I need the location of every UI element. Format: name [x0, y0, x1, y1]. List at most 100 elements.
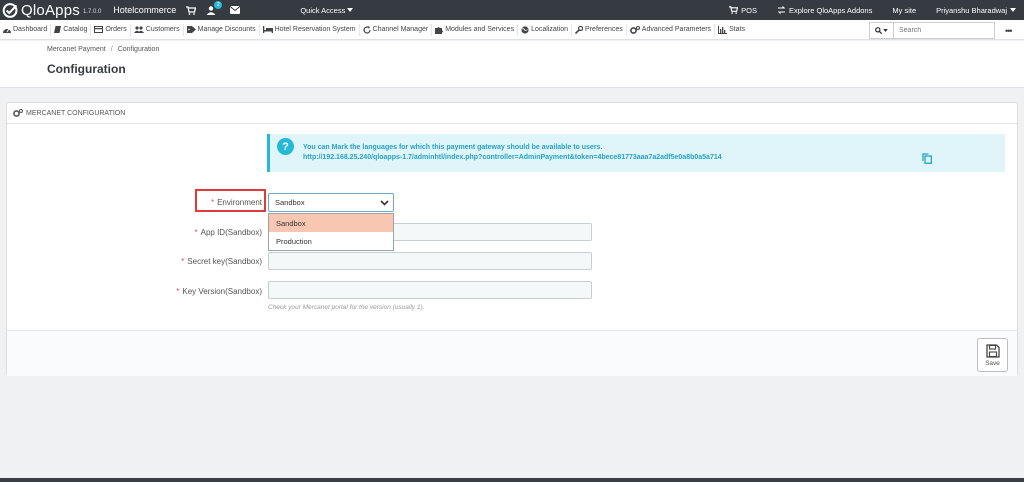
- environment-label: * Environment: [122, 198, 262, 207]
- question-circle-icon: ?: [277, 138, 294, 155]
- book-icon: [54, 26, 62, 33]
- nav-item-dashboard[interactable]: Dashboard: [0, 23, 52, 36]
- caret-down-icon: [1010, 8, 1016, 12]
- nav-item-label: Catalog: [63, 26, 88, 33]
- breadcrumb-current: Configuration: [117, 46, 160, 53]
- main-navigation: Dashboard Catalog Orders Customers Manag…: [0, 20, 1024, 40]
- cogs-icon: [13, 109, 23, 117]
- nav-item-label: Preferences: [585, 26, 623, 33]
- bar-chart-icon: [718, 25, 728, 34]
- cogs-icon: [629, 25, 640, 34]
- chevron-down-icon: [380, 200, 389, 206]
- nav-item-label: Advanced Parameters: [641, 26, 712, 33]
- nav-item-label: Localization: [531, 26, 569, 33]
- wrench-icon: [575, 25, 584, 34]
- key-version-label: * Key Version(Sandbox): [122, 287, 262, 296]
- required-mark: *: [210, 198, 215, 207]
- nav-item-catalog[interactable]: Catalog: [51, 23, 92, 36]
- logo-text: QloApps: [21, 1, 80, 19]
- nav-item-label: Hotel Reservation System: [274, 26, 356, 33]
- key-version-input[interactable]: [268, 281, 592, 299]
- required-mark: *: [194, 228, 198, 237]
- nav-item-localization[interactable]: Localization: [518, 23, 573, 36]
- dashboard-icon: [3, 28, 11, 33]
- required-mark: *: [181, 257, 185, 266]
- user-menu[interactable]: Priyanshu Bharadwaj: [936, 6, 1016, 15]
- panel-heading: MERCANET CONFIGURATION: [7, 103, 1017, 124]
- page-header: Mercanet Payment / Configuration Configura…: [0, 41, 1024, 88]
- caret-down-icon: [347, 8, 354, 12]
- pos-link[interactable]: POS: [729, 6, 757, 15]
- breadcrumb: Mercanet Payment / Configuration: [47, 46, 159, 53]
- customers-notification-icon[interactable]: 2: [206, 0, 223, 15]
- qloapps-logo-icon: [2, 2, 18, 18]
- exchange-icon: [777, 6, 786, 14]
- app-id-label-text: App ID(Sandbox): [200, 228, 262, 237]
- panel-footer: Save: [7, 330, 1017, 376]
- search-type-button[interactable]: [870, 23, 894, 38]
- save-button[interactable]: Save: [977, 338, 1008, 372]
- required-mark: *: [176, 287, 180, 296]
- info-alert: ? You can Mark the languages for which t…: [267, 134, 1005, 172]
- more-options-icon[interactable]: •••: [1005, 26, 1013, 36]
- environment-option-sandbox[interactable]: Sandbox: [269, 214, 393, 232]
- breadcrumb-parent[interactable]: Mercanet Payment: [47, 46, 106, 53]
- cart-icon: [729, 6, 739, 14]
- nav-item-advanced-parameters[interactable]: Advanced Parameters: [627, 23, 716, 36]
- secret-key-input[interactable]: [268, 252, 592, 270]
- tag-icon: [186, 26, 196, 33]
- nav-item-stats[interactable]: Stats: [715, 24, 748, 36]
- app-version: 1.7.0.0: [82, 9, 102, 15]
- nav-item-label: Modules and Services: [445, 26, 515, 33]
- caret-down-icon: [883, 29, 888, 32]
- puzzle-icon: [435, 26, 444, 34]
- nav-item-preferences[interactable]: Preferences: [572, 23, 627, 36]
- search-box: [869, 22, 995, 39]
- nav-item-label: Stats: [729, 26, 746, 33]
- nav-item-label: Orders: [105, 26, 127, 33]
- cart-icon[interactable]: [186, 5, 197, 15]
- credit-card-icon: [94, 26, 104, 33]
- shop-name-link[interactable]: Hotelcommerce: [113, 5, 176, 15]
- panel-heading-title: MERCANET CONFIGURATION: [26, 109, 126, 117]
- user-name: Priyanshu Bharadwaj: [936, 5, 1007, 15]
- key-version-label-text: Key Version(Sandbox): [182, 287, 262, 296]
- bed-icon: [262, 26, 273, 33]
- nav-item-manage-discounts[interactable]: Manage Discounts: [184, 23, 260, 36]
- secret-key-label: * Secret key(Sandbox): [122, 257, 262, 266]
- search-icon: [875, 27, 882, 34]
- environment-select[interactable]: Sandbox: [268, 193, 394, 212]
- my-site-link[interactable]: My site: [892, 6, 916, 15]
- floppy-disk-icon: [985, 343, 1000, 358]
- copy-icon[interactable]: [922, 153, 932, 164]
- save-label: Save: [985, 359, 1000, 367]
- nav-item-label: Manage Discounts: [197, 26, 256, 33]
- explore-addons-link[interactable]: Explore QloApps Addons: [777, 6, 872, 15]
- nav-item-customers[interactable]: Customers: [131, 23, 184, 36]
- quick-access-dropdown[interactable]: Quick Access: [300, 6, 354, 15]
- globe-icon: [521, 25, 529, 34]
- qloapps-logo[interactable]: QloApps 1.7.0.0: [2, 2, 101, 19]
- app-id-label: * App ID(Sandbox): [122, 228, 263, 237]
- nav-item-label: Customers: [145, 26, 180, 33]
- breadcrumb-separator: /: [110, 46, 113, 53]
- pos-label: POS: [741, 5, 757, 15]
- search-input[interactable]: [894, 27, 992, 34]
- alert-url-link[interactable]: http://192.168.25.240/qloapps-1.7/adminh…: [303, 154, 722, 161]
- nav-item-modules-and-services[interactable]: Modules and Services: [432, 23, 519, 36]
- alert-message: You can Mark the languages for which thi…: [303, 144, 603, 151]
- nav-item-orders[interactable]: Orders: [91, 23, 131, 36]
- key-version-help-text: Check your Mercanet portal for the versi…: [268, 304, 425, 311]
- environment-selected-value: Sandbox: [275, 198, 305, 207]
- nav-item-channel-manager[interactable]: Channel Manager: [360, 23, 433, 36]
- refresh-icon: [363, 25, 371, 34]
- nav-item-hotel-reservation-system[interactable]: Hotel Reservation System: [260, 23, 360, 36]
- notification-badge: 2: [214, 0, 223, 9]
- envelope-icon[interactable]: [230, 6, 241, 14]
- environment-dropdown-list: Sandbox Production: [268, 213, 394, 251]
- environment-option-production[interactable]: Production: [269, 232, 393, 250]
- page-title: Configuration: [47, 62, 126, 76]
- nav-item-label: Channel Manager: [372, 26, 429, 33]
- top-bar: QloApps 1.7.0.0 Hotelcommerce 2 Quick Ac…: [0, 0, 1024, 20]
- environment-label-text: Environment: [217, 198, 262, 207]
